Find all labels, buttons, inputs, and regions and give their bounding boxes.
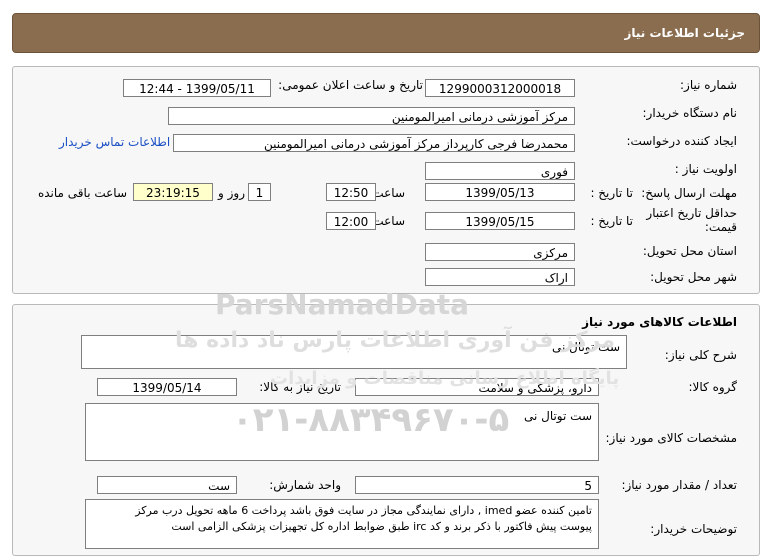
deadline-time-label: ساعت: [372, 186, 405, 200]
days-remaining-field: 1: [248, 183, 271, 201]
need-date-label: تاریخ نیاز به کالا:: [259, 380, 341, 394]
validity-to-date-label: تا تاریخ :: [590, 214, 633, 228]
need-date-field: 1399/05/14: [97, 378, 237, 396]
creator-label: ایجاد کننده درخواست:: [626, 134, 737, 148]
buyer-notes-line-2: پیوست پیش فاکتور با ذکر برند و کد irc طب…: [171, 520, 592, 533]
specs-label: مشخصات کالای مورد نیاز:: [605, 431, 737, 445]
validity-time-field: 12:00: [326, 212, 376, 230]
buyer-contact-link[interactable]: اطلاعات تماس خریدار: [59, 135, 170, 149]
validity-label-line1: حداقل تاریخ اعتبار: [646, 206, 737, 220]
city-label: شهر محل تحویل:: [650, 270, 737, 284]
goods-group-field: دارو، پزشکی و سلامت: [355, 378, 599, 396]
goods-group-label: گروه کالا:: [688, 380, 738, 394]
remaining-time-field: 23:19:15: [133, 183, 213, 201]
announce-label: تاریخ و ساعت اعلان عمومی:: [278, 78, 423, 92]
buyer-notes-line-1: تامین کننده عضو imed , دارای نمایندگی مج…: [135, 504, 592, 517]
unit-field: ست: [97, 476, 237, 494]
priority-label: اولویت نیاز :: [674, 162, 737, 176]
validity-date-field: 1399/05/15: [425, 212, 575, 230]
priority-field: فوری: [425, 162, 575, 180]
specs-field: ست توتال نی: [85, 403, 599, 461]
deadline-date-field: 1399/05/13: [425, 183, 575, 201]
announce-field: 1399/05/11 - 12:44: [123, 79, 271, 97]
remaining-time-label: ساعت باقی مانده: [37, 186, 127, 200]
creator-field: محمدرضا فرجی کارپرداز مرکز آموزشی درمانی…: [173, 134, 575, 152]
province-label: استان محل تحویل:: [642, 244, 737, 258]
quantity-field: 5: [355, 476, 599, 494]
need-number-label: شماره نیاز:: [680, 78, 737, 92]
unit-label: واحد شمارش:: [269, 478, 341, 492]
quantity-label: تعداد / مقدار مورد نیاز:: [621, 478, 737, 492]
city-field: اراک: [425, 268, 575, 286]
buyer-notes-label: توضیحات خریدار:: [650, 522, 737, 536]
validity-time-label: ساعت: [372, 214, 405, 228]
buyer-notes-field: تامین کننده عضو imed , دارای نمایندگی مج…: [85, 499, 599, 549]
deadline-time-field: 12:50: [326, 183, 376, 201]
page-header: جزئیات اطلاعات نیاز: [12, 13, 760, 53]
buyer-label: نام دستگاه خریدار:: [642, 106, 738, 120]
page-title: جزئیات اطلاعات نیاز: [624, 26, 745, 40]
need-info-panel: شماره نیاز: 1299000312000018 تاریخ و ساع…: [12, 66, 760, 294]
days-label: روز و: [218, 186, 245, 200]
province-field: مرکزی: [425, 243, 575, 261]
deadline-label: مهلت ارسال پاسخ:: [641, 186, 737, 200]
buyer-field: مرکز آموزشی درمانی امیرالمومنین: [168, 107, 575, 125]
goods-info-panel: اطلاعات کالاهای مورد نیاز شرح کلی نیاز: …: [12, 304, 760, 556]
description-label: شرح کلی نیاز:: [664, 348, 737, 362]
validity-label-line2: قیمت:: [704, 220, 737, 234]
goods-section-title: اطلاعات کالاهای مورد نیاز: [582, 315, 737, 329]
description-field: ست توتال نی: [81, 335, 627, 369]
need-number-field: 1299000312000018: [425, 79, 575, 97]
deadline-to-date-label: تا تاریخ :: [590, 186, 633, 200]
